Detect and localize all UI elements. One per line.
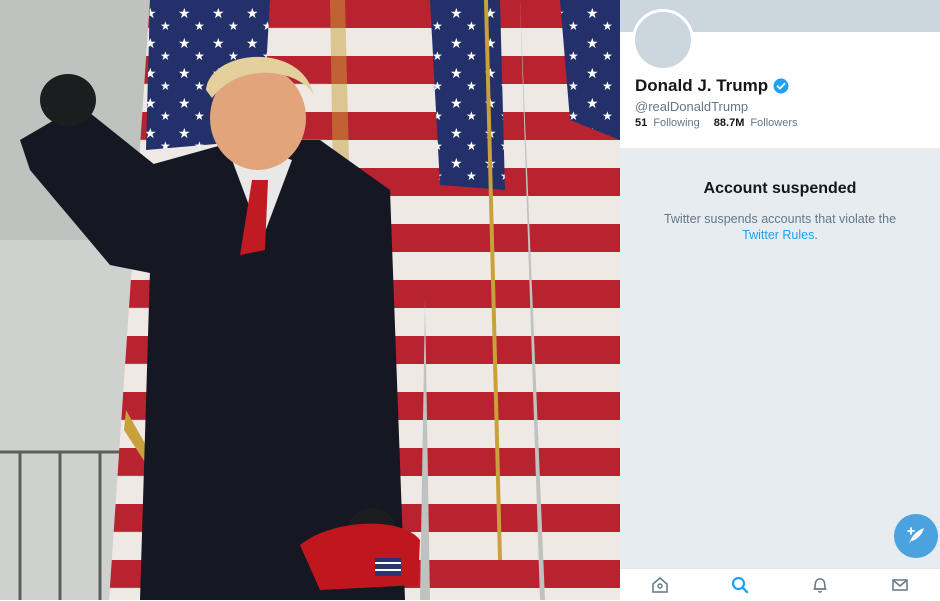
following-stat[interactable]: 51 Following xyxy=(635,117,700,129)
notifications-icon xyxy=(813,578,827,593)
tab-messages[interactable] xyxy=(880,570,920,600)
profile-stats: 51 Following 88.7M Followers xyxy=(635,117,812,129)
followers-count: 88.7M xyxy=(713,117,745,129)
suspension-title: Account suspended xyxy=(703,180,857,197)
tab-search[interactable] xyxy=(720,570,760,600)
followers-stat[interactable]: 88.7M Followers xyxy=(714,117,798,129)
photo-illustration: ★ ★ xyxy=(0,0,620,600)
twitter-rules-link[interactable]: Twitter Rules xyxy=(742,228,814,242)
compose-tweet-button[interactable] xyxy=(894,514,938,558)
home-icon xyxy=(652,577,668,593)
bottom-tab-bar xyxy=(620,568,940,601)
verified-badge-icon xyxy=(773,78,789,94)
profile-photo-scene: ★ ★ xyxy=(0,0,620,600)
followers-label: Followers xyxy=(750,117,798,129)
compose-tweet-icon xyxy=(907,527,924,544)
avatar[interactable] xyxy=(632,9,694,71)
following-count: 51 xyxy=(635,117,648,129)
suspension-message-text: Twitter suspends accounts that violate t… xyxy=(663,212,897,226)
suspension-message-suffix: . xyxy=(814,228,818,242)
following-label: Following xyxy=(653,117,700,129)
tab-notifications[interactable] xyxy=(800,570,840,600)
suspension-message: Twitter suspends accounts that violate t… xyxy=(650,211,910,243)
tab-home[interactable] xyxy=(640,570,680,600)
profile-handle: @realDonaldTrump xyxy=(635,99,749,114)
messages-icon xyxy=(892,579,908,591)
display-name: Donald J. Trump xyxy=(635,76,769,95)
search-icon xyxy=(731,576,749,594)
profile-name-row: Donald J. Trump xyxy=(635,76,789,96)
twitter-profile-panel: Donald J. Trump @realDonaldTrump 51 Foll… xyxy=(620,0,940,601)
